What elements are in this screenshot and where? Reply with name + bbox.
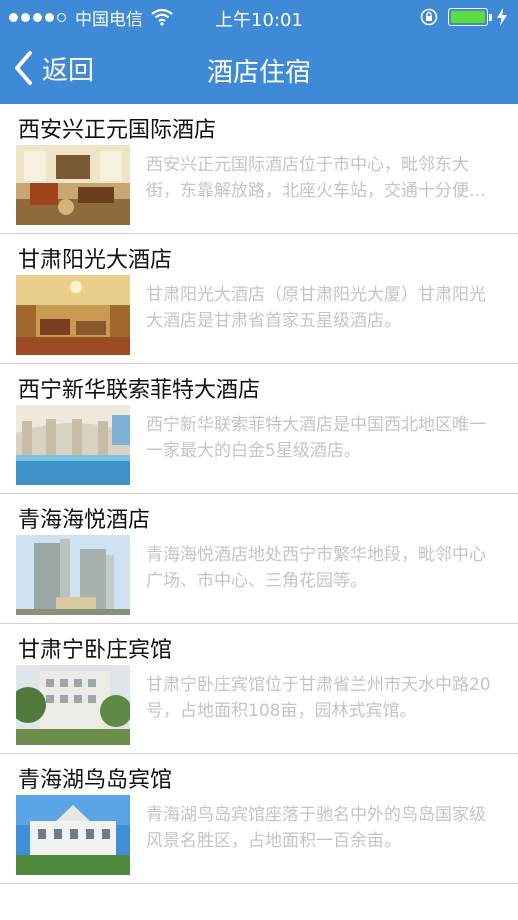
status-bar: 中国电信 上午10:01 — [0, 0, 518, 34]
battery-icon — [448, 8, 488, 26]
hotel-list-item[interactable]: 西安兴正元国际酒店 西安兴正元国际酒店位于市中心，毗邻东大街，东靠解放路，北座火… — [0, 104, 518, 234]
hotel-name: 甘肃宁卧庄宾馆 — [18, 638, 173, 663]
hotel-photo — [16, 275, 130, 355]
hotel-photo — [16, 405, 130, 485]
hotel-description: 甘肃宁卧庄宾馆位于甘肃省兰州市天水中路20号，占地面积108亩，园林式宾馆。 — [146, 675, 491, 721]
hotel-list-item[interactable]: 青海海悦酒店 青海海悦酒店地处西宁市繁华地段，毗邻中心广场、市中心、三角花园等。 — [0, 494, 518, 624]
orientation-lock-icon — [420, 8, 438, 26]
hotel-description: 青海湖鸟岛宾馆座落于驰名中外的鸟岛国家级风景名胜区，占地面积一百余亩。 — [146, 805, 486, 851]
hotel-list-item[interactable]: 甘肃宁卧庄宾馆 甘肃宁卧庄宾馆位于甘肃省兰州市天水中路20号，占地面积108亩，… — [0, 624, 518, 754]
hotel-description: 青海海悦酒店地处西宁市繁华地段，毗邻中心广场、市中心、三角花园等。 — [146, 545, 486, 591]
hotel-description: 西宁新华联索菲特大酒店是中国西北地区唯一一家最大的白金5星级酒店。 — [146, 415, 486, 461]
hotel-list-item[interactable]: 甘肃阳光大酒店 甘肃阳光大酒店（原甘肃阳光大厦）甘肃阳光大酒店是甘肃省首家五星级… — [0, 234, 518, 364]
hotel-photo — [16, 795, 130, 875]
hotel-description: 西安兴正元国际酒店位于市中心，毗邻东大街，东靠解放路，北座火车站，交通十分便利。 — [146, 155, 469, 201]
hotel-name: 西安兴正元国际酒店 — [18, 118, 217, 143]
header: 中国电信 上午10:01 返回 酒店住宿 — [0, 0, 518, 104]
hotel-name: 甘肃阳光大酒店 — [18, 248, 173, 273]
hotel-photo — [16, 665, 130, 745]
hotel-photo — [16, 145, 130, 225]
hotel-photo — [16, 535, 130, 615]
hotel-list-item[interactable]: 青海湖鸟岛宾馆 青海湖鸟岛宾馆座落于驰名中外的鸟岛国家级风景名胜区，占地面积一百… — [0, 754, 518, 884]
chevron-left-icon — [15, 51, 32, 85]
hotel-list-item[interactable]: 西宁新华联索菲特大酒店 西宁新华联索菲特大酒店是中国西北地区唯一一家最大的白金5… — [0, 364, 518, 494]
back-button[interactable]: 返回 — [12, 48, 94, 88]
hotel-name: 青海湖鸟岛宾馆 — [18, 768, 173, 793]
back-label: 返回 — [42, 55, 95, 86]
hotel-description: 甘肃阳光大酒店（原甘肃阳光大厦）甘肃阳光大酒店是甘肃省首家五星级酒店。 — [146, 285, 486, 331]
hotel-list: 西安兴正元国际酒店 西安兴正元国际酒店位于市中心，毗邻东大街，东靠解放路，北座火… — [0, 104, 518, 884]
hotel-name: 青海海悦酒店 — [18, 508, 151, 533]
navigation-bar: 返回 酒店住宿 — [0, 34, 518, 104]
status-icons — [420, 6, 508, 28]
charging-bolt-icon — [497, 8, 507, 26]
hotel-name: 西宁新华联索菲特大酒店 — [18, 378, 261, 403]
